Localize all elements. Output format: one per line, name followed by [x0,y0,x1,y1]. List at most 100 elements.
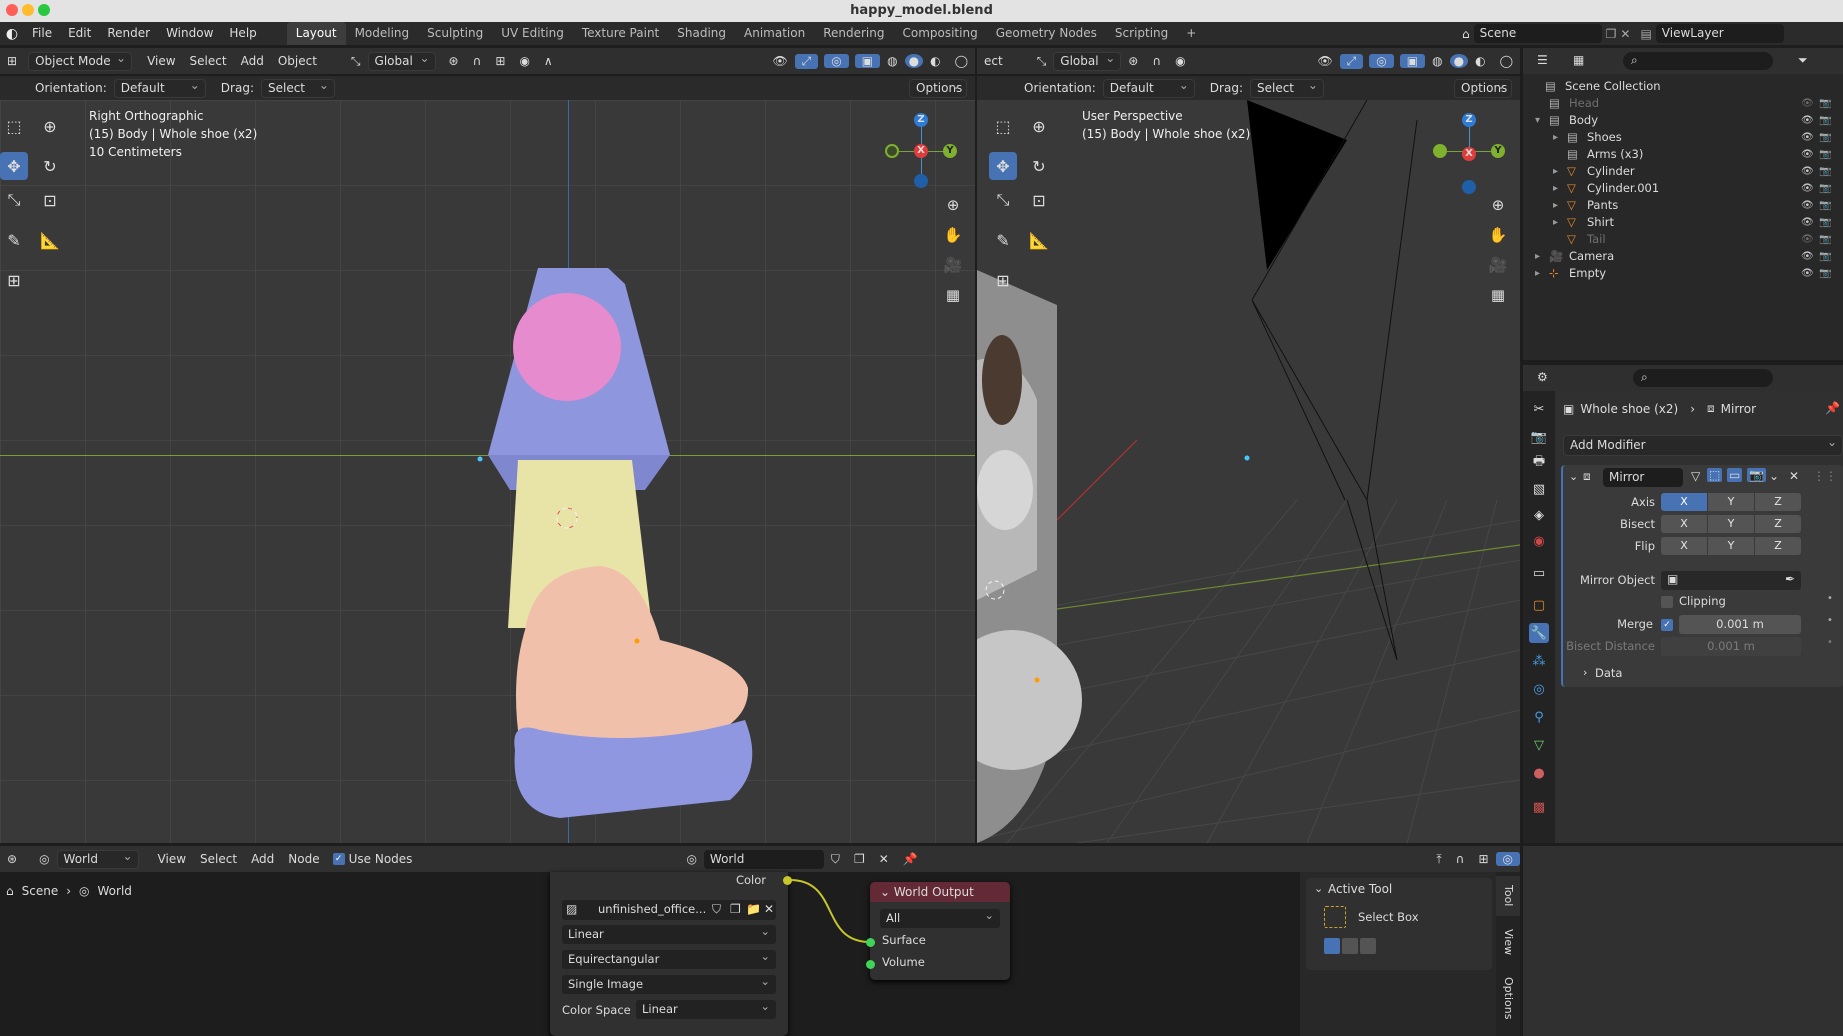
color-space-dropdown[interactable]: Linear [636,997,776,1019]
solid-shading-icon[interactable]: ● [904,54,924,68]
environment-texture-node[interactable]: Color ▨ unfinished_office... ⛉ ❐ 📁 ✕ Lin… [550,872,792,1036]
outliner-item[interactable]: ▸ ▽ Pants 👁 📷 [1523,197,1831,214]
bisect-distance-field[interactable]: 0.001 m [1661,637,1801,656]
duplicate-icon[interactable]: ❐ [847,852,872,866]
ortho-grid-icon[interactable]: ▦ [940,282,966,308]
scale-tool-icon[interactable]: ⤡ [0,186,28,214]
pin-icon[interactable]: 📌 [1825,401,1840,415]
select-mode-subtract-icon[interactable] [1360,938,1376,954]
visibility-eye-icon[interactable]: 👁 [1801,129,1814,146]
use-nodes-checkbox[interactable]: ✓ [332,853,345,865]
keyframe-dot-icon[interactable]: • [1827,637,1833,648]
outliner-item[interactable]: ▽ Tail 👁 📷 [1523,231,1831,248]
gizmo-x[interactable]: X [914,144,928,158]
menu-add[interactable]: Add [244,852,281,866]
menu-select[interactable]: Select [183,54,234,68]
select-tool-icon[interactable]: ⬚ [989,112,1017,140]
unlink-icon[interactable]: ✕ [764,902,774,916]
bisect-z-toggle[interactable]: Z [1755,515,1801,533]
tab-view[interactable]: View [1496,922,1520,962]
color-output-socket[interactable] [783,876,792,885]
perspective-scene[interactable] [977,100,1520,843]
merge-distance-field[interactable]: 0.001 m [1679,615,1801,634]
menu-window[interactable]: Window [158,22,221,45]
viewport-toggle-icon[interactable]: ▭ [1727,468,1743,482]
render-toggle-icon[interactable]: 📷 [1819,112,1831,129]
pin-icon[interactable]: 📌 [896,852,925,866]
tab-scripting[interactable]: Scripting [1106,22,1177,45]
annotate-tool-icon[interactable]: ✎ [989,226,1017,254]
collection-tab-icon[interactable]: ▭ [1529,563,1549,583]
axis-z-toggle[interactable]: Z [1755,493,1801,511]
annotate-tool-icon[interactable]: ✎ [0,226,28,254]
world-output-node[interactable]: ⌄ World Output All Surface Volume [866,882,1010,980]
tab-modeling[interactable]: Modeling [346,22,419,45]
bisect-x-toggle[interactable]: X [1661,515,1707,533]
move-tool-icon[interactable]: ✥ [989,152,1017,180]
outliner-item[interactable]: ▸ ▤ Shoes 👁 📷 [1523,129,1831,146]
navigation-gizmo[interactable]: Z Y X [880,110,970,200]
data-subpanel-label[interactable]: Data [1595,666,1622,680]
wireframe-shading-icon[interactable]: ◍ [880,54,904,68]
gizmo-neg-y[interactable] [1433,144,1447,158]
pivot-icon[interactable]: ⊛ [1121,54,1145,68]
menu-edit[interactable]: Edit [60,22,99,45]
visibility-eye-icon[interactable]: 👁 [1801,180,1814,197]
menu-view[interactable]: View [151,852,193,866]
image-browse-icon[interactable]: ▨ [566,902,577,916]
merge-checkbox[interactable]: ✓ [1661,619,1673,631]
visibility-eye-icon[interactable]: 👁 [1801,214,1814,231]
right-viewport[interactable]: User Perspective (15) Body | Whole shoe … [977,100,1520,843]
tab-compositing[interactable]: Compositing [893,22,986,45]
material-shading-icon[interactable]: ◐ [923,54,947,68]
proportional-edit-icon[interactable]: ◉ [512,54,536,68]
edit-mode-toggle-icon[interactable]: ▽ [1691,469,1700,483]
snap-icon[interactable]: ∩ [466,54,489,68]
visibility-icon[interactable]: 👁 [765,54,794,68]
gizmo-neg-y[interactable] [885,144,899,158]
solid-shading-icon[interactable]: ● [1449,54,1469,68]
overlay-toggle-icon[interactable]: ◎ [824,54,849,68]
tab-sculpting[interactable]: Sculpting [418,22,492,45]
snap-target-icon[interactable]: ⊞ [1471,852,1495,866]
blender-logo-icon[interactable]: ◐ [0,26,24,42]
material-tab-icon[interactable]: ● [1529,763,1549,783]
rendered-shading-icon[interactable]: ◯ [948,54,975,68]
gizmo-z[interactable]: Z [1462,113,1476,127]
projection-dropdown[interactable]: Equirectangular [562,947,776,969]
image-name-field[interactable]: unfinished_office... [598,902,706,916]
unlink-icon[interactable]: ✕ [872,852,896,866]
overlay-toggle-icon[interactable]: ◎ [1495,852,1520,866]
modifier-menu-icon[interactable]: ⌄ [1769,469,1779,483]
overlay-toggle-icon[interactable]: ◎ [1369,54,1394,68]
parent-node-icon[interactable]: ⤒ [1429,852,1448,867]
duplicate-icon[interactable]: ❐ [730,902,741,916]
collapse-chevron-icon[interactable]: ⌄ [1569,470,1578,483]
gizmo-x[interactable]: X [1462,147,1476,161]
transform-orientation-selector[interactable]: Global [367,50,436,71]
menu-view[interactable]: View [140,54,182,68]
menu-help[interactable]: Help [221,22,264,45]
tab-layout[interactable]: Layout [286,22,346,45]
render-toggle-icon[interactable]: 📷 [1819,214,1831,231]
transform-tool-icon[interactable]: ⊡ [1025,186,1053,214]
visibility-eye-icon[interactable]: 👁 [1801,112,1814,129]
pan-hand-icon[interactable]: ✋ [1485,222,1511,248]
outliner-search-input[interactable]: ⌕ [1623,52,1773,70]
shader-type-selector[interactable]: World [56,848,139,869]
zoom-icon[interactable]: ⊕ [940,192,966,218]
visibility-icon[interactable]: 👁 [1310,54,1339,68]
options-dropdown[interactable]: Options [909,77,967,98]
cursor-tool-icon[interactable]: ⊕ [36,112,64,140]
mirror-object-field[interactable]: ▣ ✒ [1661,571,1801,590]
new-scene-icon[interactable]: ❐ [1606,27,1617,41]
fake-user-icon[interactable]: ⛉ [824,852,847,867]
visibility-eye-icon[interactable]: 👁 [1801,248,1814,265]
render-tab-icon[interactable]: 📷 [1529,427,1549,447]
flip-y-toggle[interactable]: Y [1708,537,1754,555]
expand-arrow-icon[interactable]: ▸ [1553,180,1558,197]
tool-tab-icon[interactable]: ✂ [1529,399,1549,419]
menu-add[interactable]: Add [234,54,271,68]
select-mode-extend-icon[interactable] [1342,938,1358,954]
render-toggle-icon[interactable]: 📷 [1819,95,1831,112]
